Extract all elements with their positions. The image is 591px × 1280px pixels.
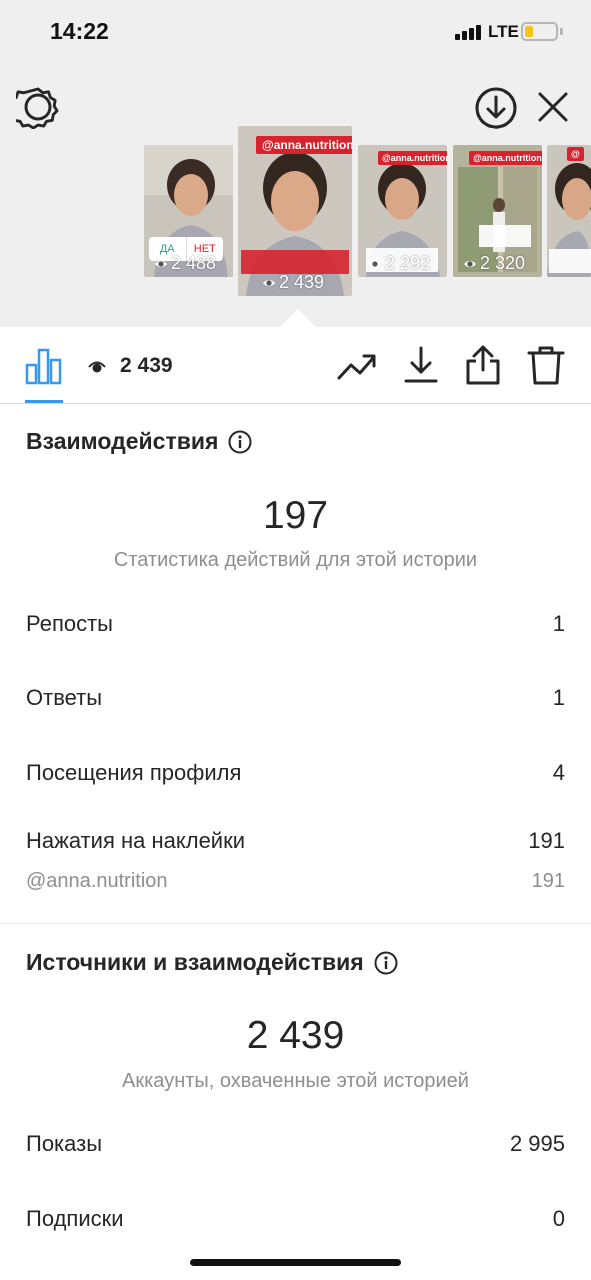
metric-row: Подписки 0 bbox=[26, 1206, 565, 1232]
metric-row: Нажатия на наклейки 191 bbox=[26, 828, 565, 854]
trash-icon[interactable] bbox=[526, 344, 566, 386]
metric-value: 0 bbox=[552, 1206, 565, 1231]
thumbnail-views: 2 488 bbox=[154, 253, 216, 274]
mention-tag: @anna.nutrition bbox=[469, 151, 542, 165]
eye-icon bbox=[154, 260, 168, 267]
story-carousel-area: 14:22 LTE ДА НЕТ 2 488 @anna.nutrition 2… bbox=[0, 0, 591, 327]
metric-label: Нажатия на наклейки bbox=[26, 828, 246, 853]
thumbnail-views: 2 320 bbox=[463, 253, 525, 274]
metric-value: 191 bbox=[528, 828, 565, 853]
interactions-total: 197 bbox=[262, 494, 329, 537]
caption-box bbox=[241, 250, 349, 274]
story-thumbnail[interactable]: @anna.nutrition 2 292 bbox=[358, 145, 447, 277]
cellular-signal-icon bbox=[455, 24, 485, 40]
sticker-value: 191 bbox=[531, 870, 565, 892]
eye-icon bbox=[368, 260, 382, 267]
interactions-section-title: Взаимодействия bbox=[26, 428, 252, 455]
sticker-metric-row: @anna.nutrition 191 bbox=[26, 870, 565, 893]
download-circle-icon[interactable] bbox=[474, 86, 518, 130]
metric-row: Ответы 1 bbox=[26, 685, 565, 711]
status-time: 14:22 bbox=[50, 18, 109, 44]
discovery-section-title: Источники и взаимодействия bbox=[26, 949, 398, 976]
battery-icon bbox=[521, 22, 558, 41]
metric-label: Подписки bbox=[26, 1206, 124, 1231]
reach-subtitle: Аккаунты, охваченные этой историей bbox=[122, 1070, 469, 1092]
metric-value: 4 bbox=[552, 760, 565, 785]
insights-toolbar: 2 439 bbox=[0, 327, 591, 404]
question-sticker bbox=[479, 225, 531, 247]
story-thumbnail-selected[interactable]: @anna.nutrition 2 439 bbox=[238, 126, 352, 296]
metric-row: Репосты 1 bbox=[26, 611, 565, 637]
home-indicator[interactable] bbox=[190, 1259, 401, 1266]
trending-up-icon[interactable] bbox=[336, 349, 378, 383]
eye-icon bbox=[262, 279, 276, 286]
caption-box bbox=[549, 249, 591, 273]
metric-value: 2 995 bbox=[509, 1131, 565, 1156]
views-count: 2 439 bbox=[120, 354, 173, 377]
settings-gear-icon[interactable] bbox=[16, 85, 60, 129]
eye-icon bbox=[463, 260, 477, 267]
active-tab-underline bbox=[25, 400, 63, 403]
selected-story-pointer bbox=[280, 309, 316, 327]
interactions-subtitle: Статистика действий для этой истории bbox=[113, 549, 478, 571]
story-thumbnail[interactable]: @anna.nutrition 2 320 bbox=[453, 145, 542, 277]
eye-icon bbox=[88, 361, 106, 373]
status-bar: 14:22 LTE bbox=[0, 0, 591, 64]
thumbnail-views: 2 292 bbox=[368, 253, 430, 274]
mention-tag: @anna.nutrition bbox=[256, 136, 352, 154]
story-thumbnail[interactable]: ДА НЕТ 2 488 bbox=[144, 145, 233, 277]
story-thumbnail[interactable]: @ bbox=[547, 145, 591, 277]
share-icon[interactable] bbox=[463, 344, 503, 386]
close-icon[interactable] bbox=[534, 88, 572, 126]
metric-value: 1 bbox=[552, 611, 565, 636]
metric-label: Репосты bbox=[26, 611, 113, 636]
metric-label: Показы bbox=[26, 1131, 103, 1156]
metric-row: Показы 2 995 bbox=[26, 1131, 565, 1157]
thumbnail-views: 2 439 bbox=[262, 272, 324, 293]
metric-row: Посещения профиля 4 bbox=[26, 760, 565, 786]
mention-tag: @anna.nutrition bbox=[378, 151, 447, 165]
network-type: LTE bbox=[488, 22, 519, 41]
metric-value: 1 bbox=[552, 685, 565, 710]
sticker-label: @anna.nutrition bbox=[26, 870, 168, 892]
save-download-icon[interactable] bbox=[402, 345, 440, 385]
metric-label: Ответы bbox=[26, 685, 103, 710]
bar-chart-icon[interactable] bbox=[25, 347, 63, 385]
info-icon[interactable] bbox=[374, 951, 398, 975]
reach-total: 2 439 bbox=[246, 1014, 345, 1057]
mention-tag: @ bbox=[567, 147, 584, 161]
section-divider bbox=[0, 923, 591, 924]
metric-label: Посещения профиля bbox=[26, 760, 242, 785]
info-icon[interactable] bbox=[228, 430, 252, 454]
